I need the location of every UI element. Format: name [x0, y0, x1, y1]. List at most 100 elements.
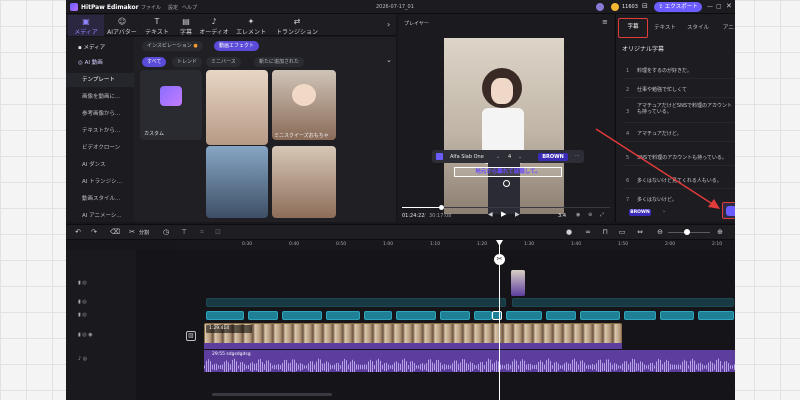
- chevron-down-icon[interactable]: ⌄: [496, 154, 500, 160]
- mic-icon[interactable]: ●: [565, 228, 573, 236]
- text-clip[interactable]: [698, 311, 734, 320]
- tab-ai-avatar[interactable]: ☺ AIアバター: [104, 15, 140, 36]
- subtitle-row[interactable]: 1 料理をするのが好きだ。: [623, 63, 735, 79]
- style-tag[interactable]: BROWN: [538, 153, 568, 161]
- split-label[interactable]: 分割: [139, 229, 149, 236]
- text-clip[interactable]: [660, 311, 694, 320]
- menu-file[interactable]: ファイル: [141, 4, 161, 11]
- sidebar-item-ai-animation[interactable]: AI アニメーシ...: [66, 209, 134, 223]
- cart-icon[interactable]: ⊟: [642, 2, 648, 10]
- font-name[interactable]: Alfa Slab One: [450, 154, 484, 160]
- text-clip[interactable]: [282, 311, 322, 320]
- timeline-scrollbar[interactable]: [212, 393, 332, 396]
- filter-trend[interactable]: トレンド: [172, 57, 203, 67]
- track-lock-icon[interactable]: ♪ ◎: [78, 356, 87, 362]
- text-clip[interactable]: [364, 311, 392, 320]
- tab-inspiration[interactable]: インスピレーション ●: [142, 41, 203, 51]
- export-subtitles-button[interactable]: 字幕をエクスポート: [726, 206, 735, 216]
- caption-style-icon[interactable]: [436, 153, 443, 160]
- tab-subtitle[interactable]: ▤ 字幕: [174, 15, 198, 36]
- chevron-down-icon[interactable]: ⌄: [518, 154, 522, 160]
- magnet-icon[interactable]: ⊓: [601, 228, 609, 236]
- text-clip[interactable]: [474, 311, 492, 320]
- template-thumbnail[interactable]: [206, 70, 268, 145]
- text-clip[interactable]: [440, 311, 470, 320]
- zoom-in-icon[interactable]: ⊕: [716, 228, 724, 236]
- menu-settings[interactable]: 設定: [168, 4, 178, 11]
- camera-icon[interactable]: ◉: [576, 212, 580, 218]
- tab-panel-text[interactable]: テキスト: [650, 22, 680, 34]
- filter-all[interactable]: すべて: [142, 57, 167, 67]
- more-options-icon[interactable]: ⋯: [575, 153, 580, 159]
- more-icon[interactable]: ≡: [602, 18, 608, 26]
- close-icon[interactable]: ✕: [726, 2, 732, 10]
- text-clip[interactable]: [624, 311, 656, 320]
- fullscreen-icon[interactable]: ⤢: [600, 212, 604, 218]
- text-clip[interactable]: [580, 311, 620, 320]
- redo-icon[interactable]: ↷: [90, 228, 98, 236]
- track-lock-icon[interactable]: ▮ ◎: [78, 280, 87, 286]
- crop-icon[interactable]: ⌗: [198, 228, 206, 236]
- undo-icon[interactable]: ↶: [74, 228, 82, 236]
- caption-text-box[interactable]: 地元から離れて就職して。: [454, 167, 562, 177]
- zoom-slider-handle[interactable]: [684, 229, 690, 235]
- tab-style[interactable]: スタイル: [683, 22, 713, 34]
- text-clip-selected[interactable]: [492, 311, 502, 320]
- font-size[interactable]: 4: [508, 154, 511, 160]
- tab-element[interactable]: ✦ エレメント: [232, 15, 270, 36]
- previous-frame-icon[interactable]: ◀: [488, 211, 493, 218]
- export-button[interactable]: ⇪ エクスポート: [654, 2, 702, 12]
- template-custom[interactable]: カスタム: [140, 70, 202, 140]
- sidebar-item-image-to-video[interactable]: 画像を動画に...: [66, 90, 134, 104]
- text-clip[interactable]: [506, 311, 542, 320]
- sidebar-item-video-style[interactable]: 動画スタイル...: [66, 192, 134, 206]
- subtitle-row[interactable]: 3 アマチュアだけどSNSで料理のアカウントも持っている。: [623, 101, 735, 123]
- sidebar-item-ai-video[interactable]: ◎ AI 動画: [66, 56, 134, 70]
- template-mini-squeeze[interactable]: ミニスクイーズおもちゃ: [272, 70, 336, 140]
- text-clip-row[interactable]: [512, 298, 734, 307]
- template-kiss[interactable]: [206, 146, 268, 218]
- play-icon[interactable]: ▶: [501, 210, 506, 218]
- text-clip[interactable]: [326, 311, 360, 320]
- text-clip-row[interactable]: [206, 298, 506, 307]
- freeze-icon[interactable]: ⊡: [214, 228, 222, 236]
- text-clip[interactable]: [396, 311, 436, 320]
- preview-icon[interactable]: ▭: [618, 228, 626, 236]
- sidebar-item-reference-image[interactable]: 参考画像から...: [66, 107, 134, 121]
- tab-subtitles[interactable]: 字幕: [618, 18, 648, 38]
- text-clip[interactable]: [546, 311, 576, 320]
- next-frame-icon[interactable]: ▶: [515, 211, 520, 218]
- video-preview[interactable]: [444, 38, 564, 214]
- template-couple[interactable]: [272, 146, 336, 218]
- subtitle-row[interactable]: 2 仕事や勉強で忙しくて: [623, 82, 735, 98]
- sidebar-item-ai-dance[interactable]: AI ダンス: [66, 158, 134, 172]
- tab-animation[interactable]: アニメーション: [716, 22, 735, 34]
- speed-icon[interactable]: ◷: [162, 228, 170, 236]
- text-clip[interactable]: [206, 311, 244, 320]
- delete-icon[interactable]: ⌫: [110, 228, 120, 236]
- sidebar-item-media[interactable]: ▪ メディア: [66, 41, 134, 55]
- tab-transition[interactable]: ⇄ トランジション: [271, 15, 323, 36]
- zoom-out-icon[interactable]: ⊖: [656, 228, 664, 236]
- tab-text[interactable]: T テキスト: [141, 15, 173, 36]
- track-lock-icon[interactable]: ▮ ◎: [78, 312, 87, 318]
- scissors-icon[interactable]: ✂: [128, 228, 136, 236]
- chevron-right-icon[interactable]: ›: [387, 20, 390, 29]
- track-lock-icon[interactable]: ▮ ◎ ◉: [78, 332, 93, 338]
- avatar[interactable]: [596, 3, 604, 11]
- sticker-clip[interactable]: [511, 270, 525, 296]
- sidebar-item-text-to-video[interactable]: テキストから...: [66, 124, 134, 138]
- player-progress-handle[interactable]: [439, 205, 444, 210]
- sidebar-item-video-clone[interactable]: ビデオクローン: [66, 141, 134, 155]
- sidebar-item-template[interactable]: テンプレート: [66, 73, 134, 87]
- maximize-icon[interactable]: ▢: [716, 3, 722, 10]
- tab-audio[interactable]: ♪ オーディオ: [198, 15, 230, 36]
- filter-new[interactable]: 新たに追加された: [254, 57, 305, 67]
- sidebar-item-ai-transition[interactable]: AI トランジシ...: [66, 175, 134, 189]
- zoom-icon[interactable]: ⊕: [588, 212, 592, 218]
- filter-miniverse[interactable]: ミニバース: [206, 57, 241, 67]
- chevron-down-icon[interactable]: ⌄: [386, 56, 392, 64]
- fit-icon[interactable]: ⇔: [636, 228, 644, 236]
- cover-image-icon[interactable]: ▨: [186, 331, 196, 341]
- rotate-handle-icon[interactable]: [503, 180, 510, 187]
